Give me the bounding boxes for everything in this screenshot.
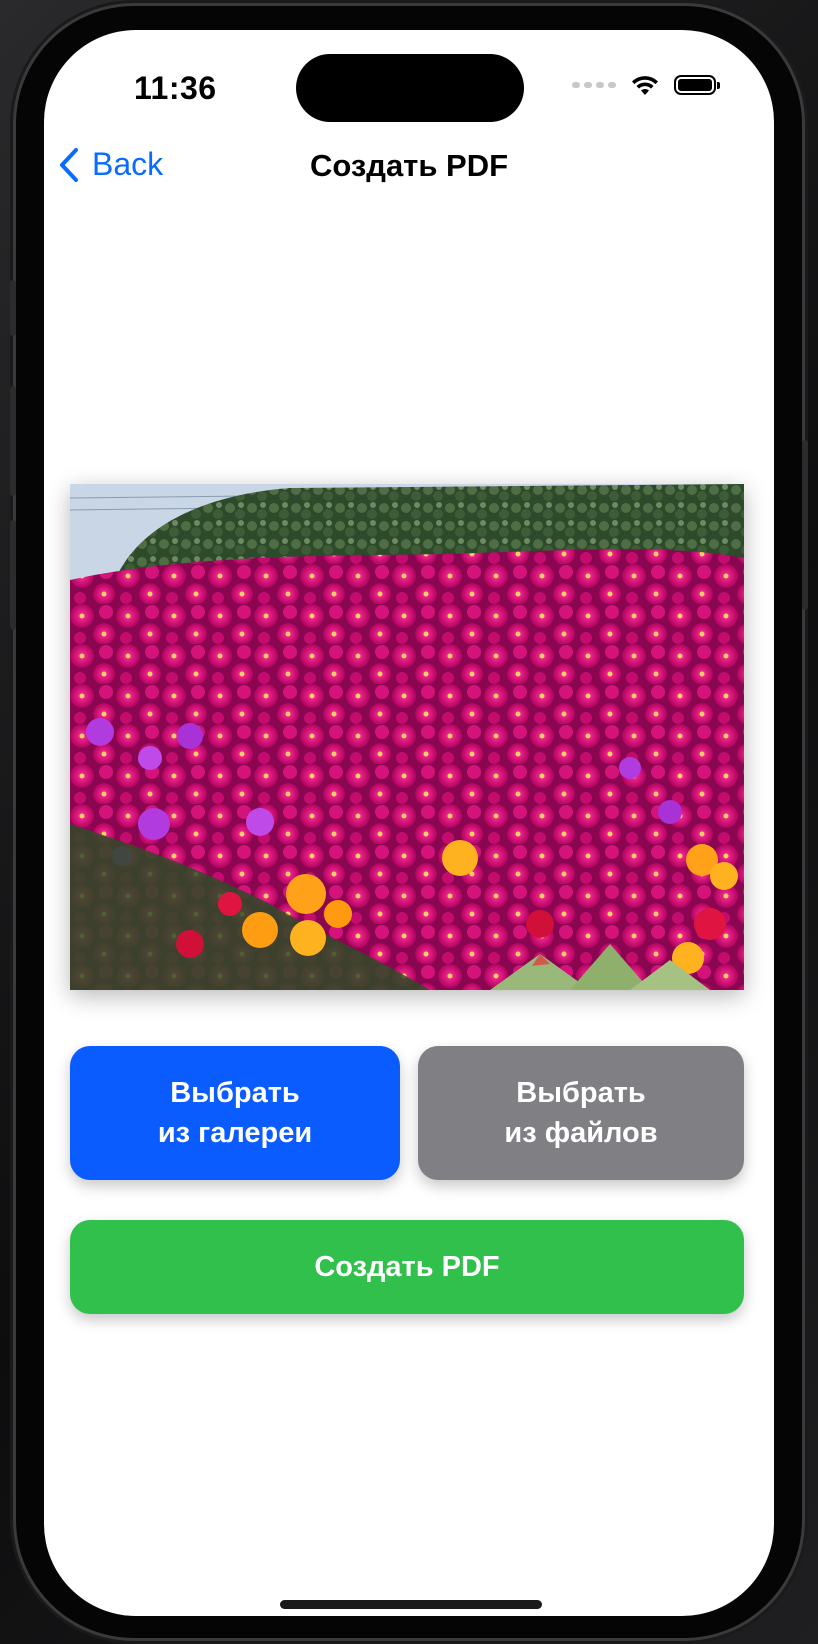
- home-indicator[interactable]: [280, 1600, 542, 1609]
- dynamic-island: [296, 54, 524, 122]
- power-button: [802, 440, 808, 610]
- mute-switch: [10, 280, 16, 336]
- flower-photo: [70, 484, 744, 990]
- gallery-button-line2: из галереи: [157, 1117, 313, 1149]
- gallery-button-line1: Выбрать: [170, 1077, 300, 1109]
- files-button-line1: Выбрать: [516, 1077, 646, 1109]
- volume-up-button: [10, 386, 16, 496]
- signal-dots-icon: [572, 82, 616, 88]
- volume-down-button: [10, 520, 16, 630]
- files-button-line2: из файлов: [504, 1117, 658, 1149]
- battery-icon: [674, 75, 720, 95]
- status-time: 11:36: [134, 70, 217, 106]
- pick-from-files-button[interactable]: Выбрать из файлов: [418, 1046, 744, 1180]
- phone-screen: 11:36 Back Создать PDF Выбрать из галере…: [44, 30, 774, 1616]
- pick-from-gallery-button[interactable]: Выбрать из галереи: [70, 1046, 400, 1180]
- create-pdf-button[interactable]: Создать PDF: [70, 1220, 744, 1314]
- page-title: Создать PDF: [309, 148, 509, 183]
- create-pdf-label: Создать PDF: [314, 1251, 500, 1283]
- status-icons: [572, 74, 720, 96]
- image-preview: [70, 484, 744, 990]
- wifi-icon: [632, 76, 658, 95]
